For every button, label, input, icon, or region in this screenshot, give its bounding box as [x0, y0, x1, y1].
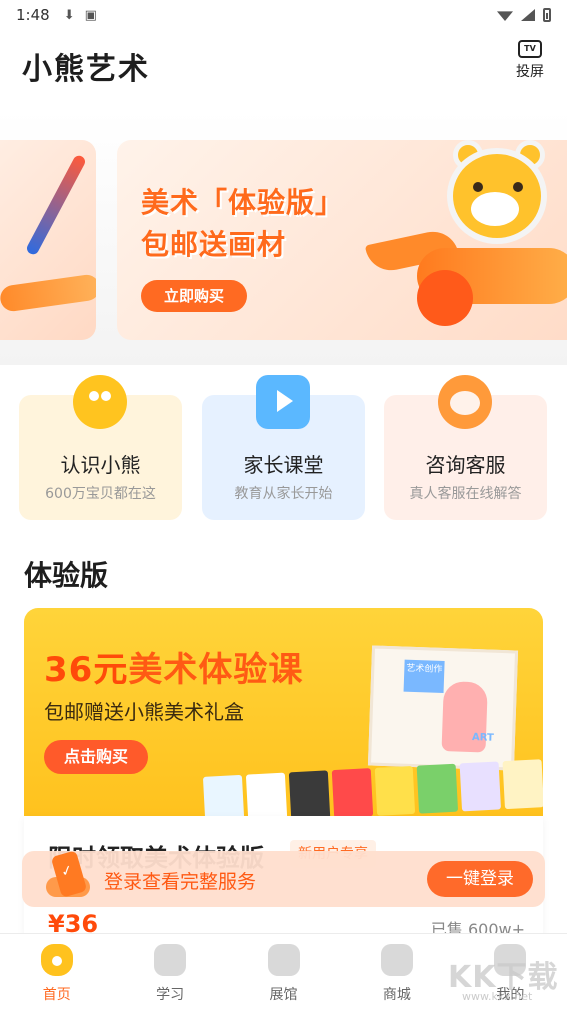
bear-eye-illustration — [513, 182, 523, 192]
app-header: 小熊艺术 TV 投屏 — [0, 30, 567, 110]
one-click-login-button[interactable]: 一键登录 — [427, 861, 533, 897]
tab-mall[interactable]: 商城 — [340, 934, 453, 1009]
quick-links: 认识小熊 600万宝贝都在这 家长课堂 教育从家长开始 咨询客服 真人客服在线解… — [19, 375, 549, 520]
tab-home[interactable]: 首页 — [0, 934, 113, 1009]
a-icon: ▣ — [84, 7, 97, 23]
signal-icon — [521, 9, 535, 21]
wifi-icon — [497, 11, 513, 21]
home-icon — [40, 944, 73, 976]
tab-study[interactable]: 学习 — [113, 934, 226, 1009]
gift-box-art-text: ART — [471, 732, 494, 744]
headset-icon — [438, 375, 492, 429]
cast-button[interactable]: TV 投屏 — [513, 40, 547, 81]
tab-gallery[interactable]: 展馆 — [227, 934, 340, 1009]
banner-previous-slide[interactable] — [0, 140, 96, 340]
quick-link-about-bear[interactable]: 认识小熊 600万宝贝都在这 — [19, 375, 182, 520]
shop-icon — [380, 944, 413, 976]
download-icon: ⬇ — [63, 7, 75, 23]
promo-card[interactable]: 36元美术体验课 包邮赠送小熊美术礼盒 点击购买 艺术创作 ART — [24, 608, 543, 816]
tab-label: 商城 — [382, 987, 411, 1003]
section-title: 体验版 — [24, 559, 109, 592]
promo-subtitle: 包邮赠送小熊美术礼盒 — [44, 700, 244, 724]
tab-label: 首页 — [42, 987, 71, 1003]
banner-line-2: 包邮送画材 — [141, 228, 287, 261]
status-bar: 1:48 ⬇ ▣ — [0, 0, 567, 30]
promo-title: 36元美术体验课 — [44, 642, 303, 691]
quick-link-customer-service[interactable]: 咨询客服 真人客服在线解答 — [384, 375, 547, 520]
status-time: 1:48 — [16, 6, 50, 24]
tv-icon: TV — [518, 40, 542, 58]
tab-label: 学习 — [156, 987, 185, 1003]
bear-icon — [73, 375, 127, 429]
phone-check-icon — [46, 850, 94, 907]
battery-icon — [543, 8, 551, 22]
gift-box-label: 艺术创作 — [403, 659, 445, 694]
banner-carousel[interactable]: 美术「体验版」 包邮送画材 立即购买 — [0, 110, 567, 365]
banner-title: 美术「体验版」 包邮送画材 — [141, 182, 344, 266]
gift-box-illustration: 艺术创作 ART — [367, 645, 519, 771]
quick-link-parent-class[interactable]: 家长课堂 教育从家长开始 — [202, 375, 365, 520]
banner-main-slide[interactable]: 美术「体验版」 包邮送画材 立即购买 — [117, 140, 567, 340]
app-title: 小熊艺术 — [22, 52, 150, 87]
login-prompt-bar[interactable]: 登录查看完整服务 一键登录 — [22, 850, 545, 907]
play-icon — [256, 375, 310, 429]
bear-face-illustration — [471, 192, 519, 226]
promo-price: 36元 — [44, 650, 129, 690]
quick-link-title: 咨询客服 — [425, 453, 506, 477]
login-prompt-text: 登录查看完整服务 — [104, 871, 257, 893]
quick-link-subtitle: 教育从家长开始 — [234, 486, 333, 502]
quick-link-subtitle: 600万宝贝都在这 — [45, 486, 156, 502]
quick-link-title: 认识小熊 — [60, 453, 141, 477]
quick-link-title: 家长课堂 — [243, 453, 324, 477]
art-cards-illustration — [202, 759, 543, 816]
buy-now-button[interactable]: 立即购买 — [141, 280, 247, 312]
quick-link-subtitle: 真人客服在线解答 — [409, 486, 522, 502]
promo-title-text: 美术体验课 — [128, 650, 304, 690]
plane-illustration — [0, 273, 96, 313]
gallery-icon — [267, 944, 300, 976]
bear-eye-illustration — [473, 182, 483, 192]
watermark-url: www.kkx.net — [462, 990, 533, 1003]
study-tv-icon — [154, 944, 187, 976]
banner-line-1: 美术「体验版」 — [141, 186, 345, 219]
cast-label: 投屏 — [516, 64, 544, 80]
click-buy-button[interactable]: 点击购买 — [44, 740, 148, 774]
tab-label: 展馆 — [269, 987, 298, 1003]
plane-nose-illustration — [417, 270, 473, 326]
paintbrush-illustration — [24, 153, 88, 257]
